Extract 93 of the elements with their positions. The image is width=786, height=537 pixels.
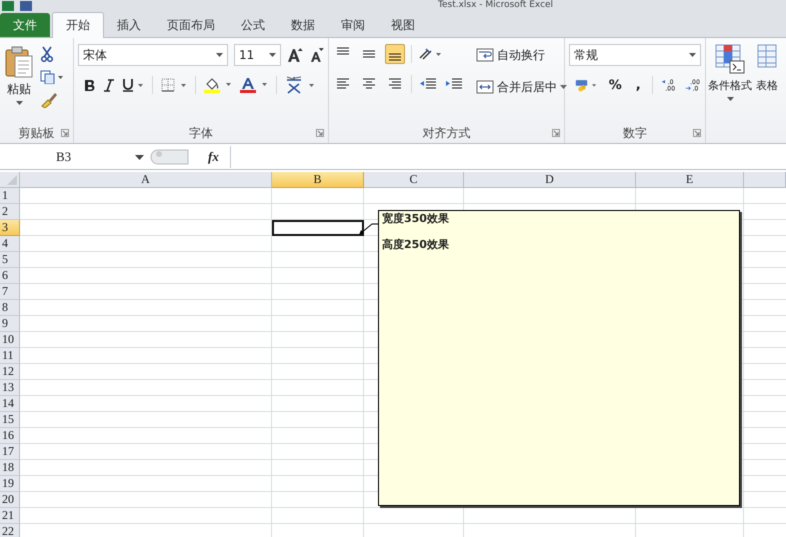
ribbon-tab[interactable]: 数据	[278, 13, 328, 37]
row-header[interactable]: 9	[0, 316, 20, 332]
window-title: Test.xlsx - Microsoft Excel	[438, 0, 554, 11]
group-label: 对齐方式	[422, 124, 470, 142]
bold-icon[interactable]	[84, 78, 96, 92]
orientation-icon[interactable]	[418, 46, 442, 62]
middle-align-icon	[362, 50, 376, 58]
row-header[interactable]: 12	[0, 364, 20, 380]
ribbon-tab[interactable]: 插入	[104, 13, 154, 37]
row-header[interactable]: 17	[0, 444, 20, 460]
column-header[interactable]: C	[364, 172, 464, 188]
row-header[interactable]: 15	[0, 412, 20, 428]
row-header[interactable]: 4	[0, 236, 20, 252]
underline-icon[interactable]	[122, 78, 144, 92]
column-header[interactable]: B	[272, 172, 364, 188]
decrease-decimal-icon[interactable]	[684, 77, 701, 93]
row-header[interactable]: 3	[0, 220, 20, 236]
group-label: 剪贴板	[18, 124, 54, 142]
font-color-icon[interactable]	[240, 77, 268, 93]
left-align-icon	[336, 78, 350, 89]
bottom-align-icon	[388, 53, 402, 61]
row-header[interactable]: 5	[0, 252, 20, 268]
wrap-text-icon	[476, 48, 494, 62]
dialog-launcher-icon[interactable]	[693, 129, 701, 137]
top-align-icon	[336, 47, 350, 55]
row-header[interactable]: 10	[0, 332, 20, 348]
group-label: 数字	[623, 124, 647, 142]
dialog-launcher-icon[interactable]	[61, 129, 69, 137]
insert-function-button[interactable]: fx	[208, 149, 219, 165]
conditional-formatting-button[interactable]: 条件格式	[708, 44, 752, 143]
ribbon-tab[interactable]: 开始	[52, 12, 104, 38]
caret-icon	[689, 53, 696, 57]
row-header[interactable]: 2	[0, 204, 20, 220]
increase-decimal-icon[interactable]	[660, 77, 677, 93]
dialog-launcher-icon[interactable]	[552, 129, 560, 137]
ribbon-tab[interactable]: 公式	[228, 13, 278, 37]
row-header[interactable]: 8	[0, 300, 20, 316]
increase-font-size-icon[interactable]	[287, 47, 304, 63]
merge-cells-icon	[476, 80, 494, 94]
caret-icon	[560, 85, 567, 89]
ribbon-tab[interactable]: 视图	[378, 13, 428, 37]
row-header[interactable]: 14	[0, 396, 20, 412]
caret-icon	[726, 97, 734, 101]
splitter-handle-icon[interactable]	[150, 149, 190, 165]
caret-icon	[16, 101, 22, 105]
dialog-launcher-icon[interactable]	[316, 129, 324, 137]
scissors-icon[interactable]	[40, 46, 54, 62]
right-align-icon	[388, 78, 402, 89]
column-header[interactable]: E	[636, 172, 744, 188]
comment-text: 高度250效果	[382, 238, 450, 252]
row-header[interactable]: 22	[0, 524, 20, 537]
center-align-icon	[362, 78, 376, 89]
borders-icon[interactable]	[161, 78, 187, 92]
font-size-dropdown[interactable]: 11	[234, 44, 282, 66]
caret-icon	[135, 154, 144, 160]
italic-icon[interactable]	[104, 78, 114, 92]
caret-icon	[269, 53, 276, 57]
wrap-text-button[interactable]: 自动换行	[476, 44, 567, 66]
row-header[interactable]: 19	[0, 476, 20, 492]
font-name-dropdown[interactable]: 宋体	[78, 44, 228, 66]
decrease-font-size-icon[interactable]	[309, 47, 324, 63]
row-header[interactable]: 11	[0, 348, 20, 364]
row-header[interactable]: 20	[0, 492, 20, 508]
fill-color-icon[interactable]	[204, 77, 232, 93]
row-header[interactable]: 7	[0, 284, 20, 300]
ribbon-tab[interactable]: 页面布局	[154, 13, 228, 37]
paste-button[interactable]: 粘贴	[4, 44, 34, 123]
comment-text: 宽度350效果	[382, 212, 450, 226]
column-header[interactable]: A	[20, 172, 272, 188]
currency-icon[interactable]	[575, 77, 598, 93]
paintbrush-icon[interactable]	[40, 92, 58, 108]
bottom-align-button[interactable]	[385, 44, 405, 64]
group-label: 字体	[189, 124, 213, 142]
active-cell[interactable]	[272, 220, 364, 236]
format-as-table-button[interactable]: 表格	[756, 44, 778, 143]
file-tab[interactable]: 文件	[0, 13, 50, 37]
column-header[interactable]: D	[464, 172, 636, 188]
caret-icon	[216, 53, 223, 57]
merge-center-button[interactable]: 合并后居中	[476, 76, 567, 98]
name-box[interactable]: B3	[0, 147, 150, 167]
percent-style-button[interactable]: %	[606, 78, 625, 92]
row-header[interactable]: 1	[0, 188, 20, 204]
row-header[interactable]: 16	[0, 428, 20, 444]
copy-icon[interactable]	[40, 70, 64, 84]
clipboard-icon	[5, 46, 33, 78]
number-format-dropdown[interactable]: 常规	[569, 44, 701, 66]
comma-style-button[interactable]: ,	[632, 78, 644, 92]
row-header[interactable]: 6	[0, 268, 20, 284]
ribbon-tab[interactable]: 审阅	[328, 13, 378, 37]
row-header[interactable]: 18	[0, 460, 20, 476]
row-header[interactable]: 21	[0, 508, 20, 524]
conditional-formatting-icon	[715, 44, 745, 74]
row-header[interactable]: 13	[0, 380, 20, 396]
